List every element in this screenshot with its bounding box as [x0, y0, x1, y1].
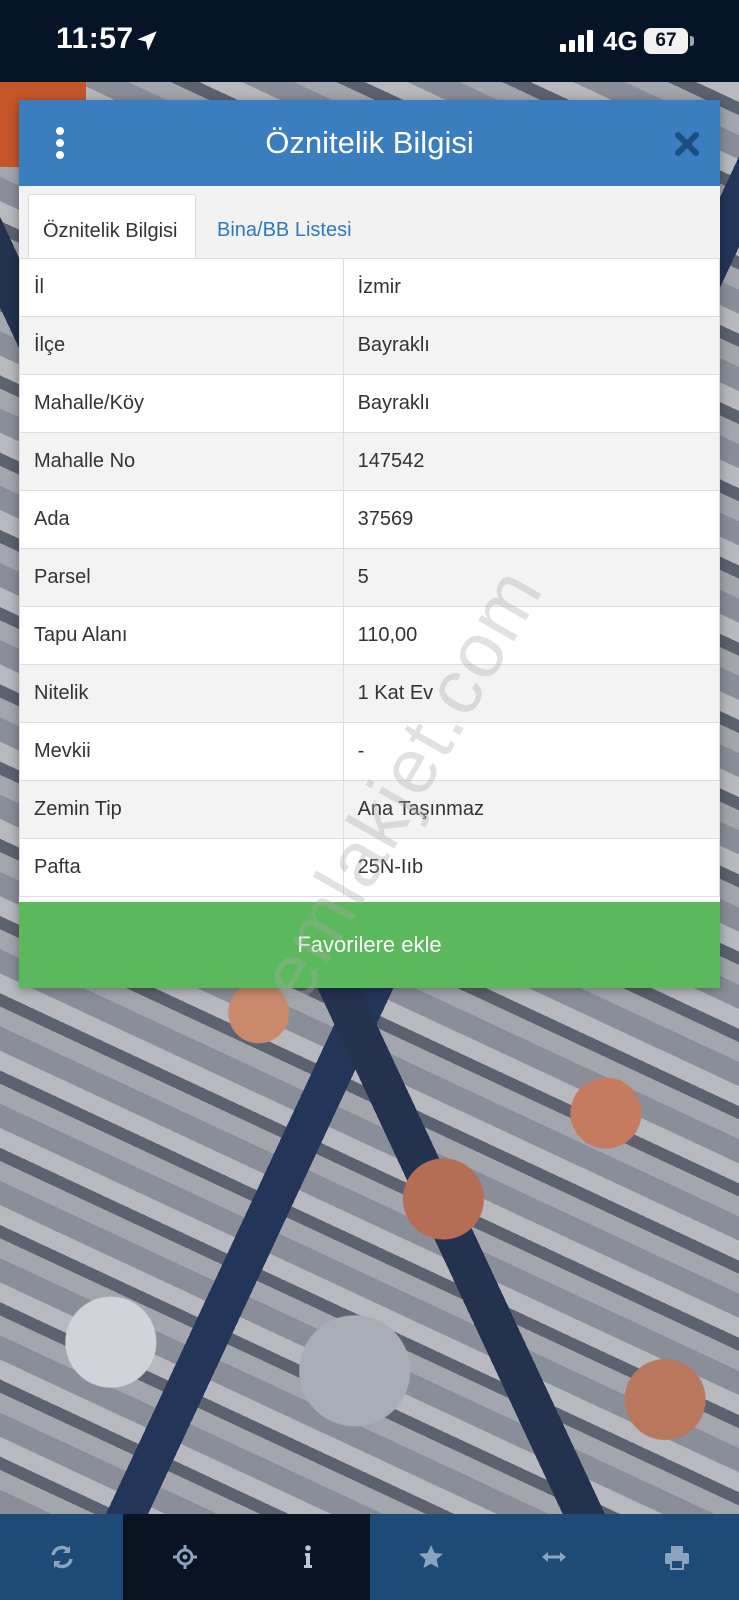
refresh-button[interactable]: [0, 1514, 123, 1600]
attr-key: Parsel: [19, 548, 344, 607]
table-row: Nitelik 1 Kat Ev: [19, 664, 721, 723]
locate-button[interactable]: [123, 1514, 247, 1600]
print-button[interactable]: [616, 1514, 739, 1600]
attr-key: Zemin Tip: [19, 780, 344, 839]
attribute-dialog: Öznitelik Bilgisi Öznitelik Bilgisi Bina…: [19, 100, 721, 988]
attr-key: Nitelik: [19, 664, 344, 723]
attr-value: -: [342, 722, 721, 781]
attr-key: İl: [19, 258, 344, 317]
table-row: Parsel 5: [19, 548, 721, 607]
table-row: Mahalle/Köy Bayraklı: [19, 374, 721, 433]
attr-value: 25N-Iıb: [342, 838, 721, 897]
status-bar: 11:57 4G 67: [0, 0, 739, 82]
table-row: Ada 37569: [19, 490, 721, 549]
dialog-title: Öznitelik Bilgisi: [265, 125, 474, 160]
attr-value: 37569: [342, 490, 721, 549]
table-row: Zemin Tip Ana Taşınmaz: [19, 780, 721, 839]
attr-key: Mevkii: [19, 722, 344, 781]
add-favorite-button[interactable]: Favorilere ekle: [19, 902, 720, 988]
network-type: 4G: [603, 26, 638, 56]
measure-button[interactable]: [493, 1514, 616, 1600]
table-row: Tapu Alanı 110,00: [19, 606, 721, 665]
attr-value: Ana Taşınmaz: [342, 780, 721, 839]
attr-key: Mahalle/Köy: [19, 374, 344, 433]
dialog-header: Öznitelik Bilgisi: [19, 100, 720, 186]
status-time: 11:57: [56, 22, 134, 55]
battery-tip: [690, 36, 694, 46]
battery-icon: 67: [644, 28, 688, 54]
locate-icon: [172, 1545, 197, 1569]
attr-key: Ada: [19, 490, 344, 549]
table-row: İlçe Bayraklı: [19, 316, 721, 375]
attr-value: 5: [342, 548, 721, 607]
table-row: Pafta 25N-Iıb: [19, 838, 721, 897]
menu-kebab-icon[interactable]: [49, 124, 71, 162]
table-row: İl İzmir: [19, 258, 721, 317]
attr-key: Pafta: [19, 838, 344, 897]
attr-value: 1 Kat Ev: [342, 664, 721, 723]
table-row: Mahalle No 147542: [19, 432, 721, 491]
info-button[interactable]: [246, 1514, 370, 1600]
attr-key: İlçe: [19, 316, 344, 375]
attribute-table: İl İzmir İlçe Bayraklı Mahalle/Köy Bayra…: [19, 258, 721, 897]
attr-key: Tapu Alanı: [19, 606, 344, 665]
refresh-icon: [50, 1545, 73, 1569]
info-icon: [303, 1545, 312, 1568]
signal-icon: [560, 30, 593, 52]
print-icon: [665, 1546, 690, 1570]
attr-value: Bayraklı: [342, 374, 721, 433]
favorites-button[interactable]: [370, 1514, 493, 1600]
bottom-toolbar: [0, 1514, 739, 1600]
measure-icon: [542, 1552, 567, 1562]
star-icon: [419, 1545, 444, 1568]
close-icon[interactable]: [671, 128, 703, 160]
attr-value: 147542: [342, 432, 721, 491]
attr-value: 110,00: [342, 606, 721, 665]
attr-value: Bayraklı: [342, 316, 721, 375]
attr-key: Mahalle No: [19, 432, 344, 491]
table-row: Mevkii -: [19, 722, 721, 781]
attr-value: İzmir: [342, 258, 721, 317]
location-arrow-icon: [137, 31, 157, 51]
